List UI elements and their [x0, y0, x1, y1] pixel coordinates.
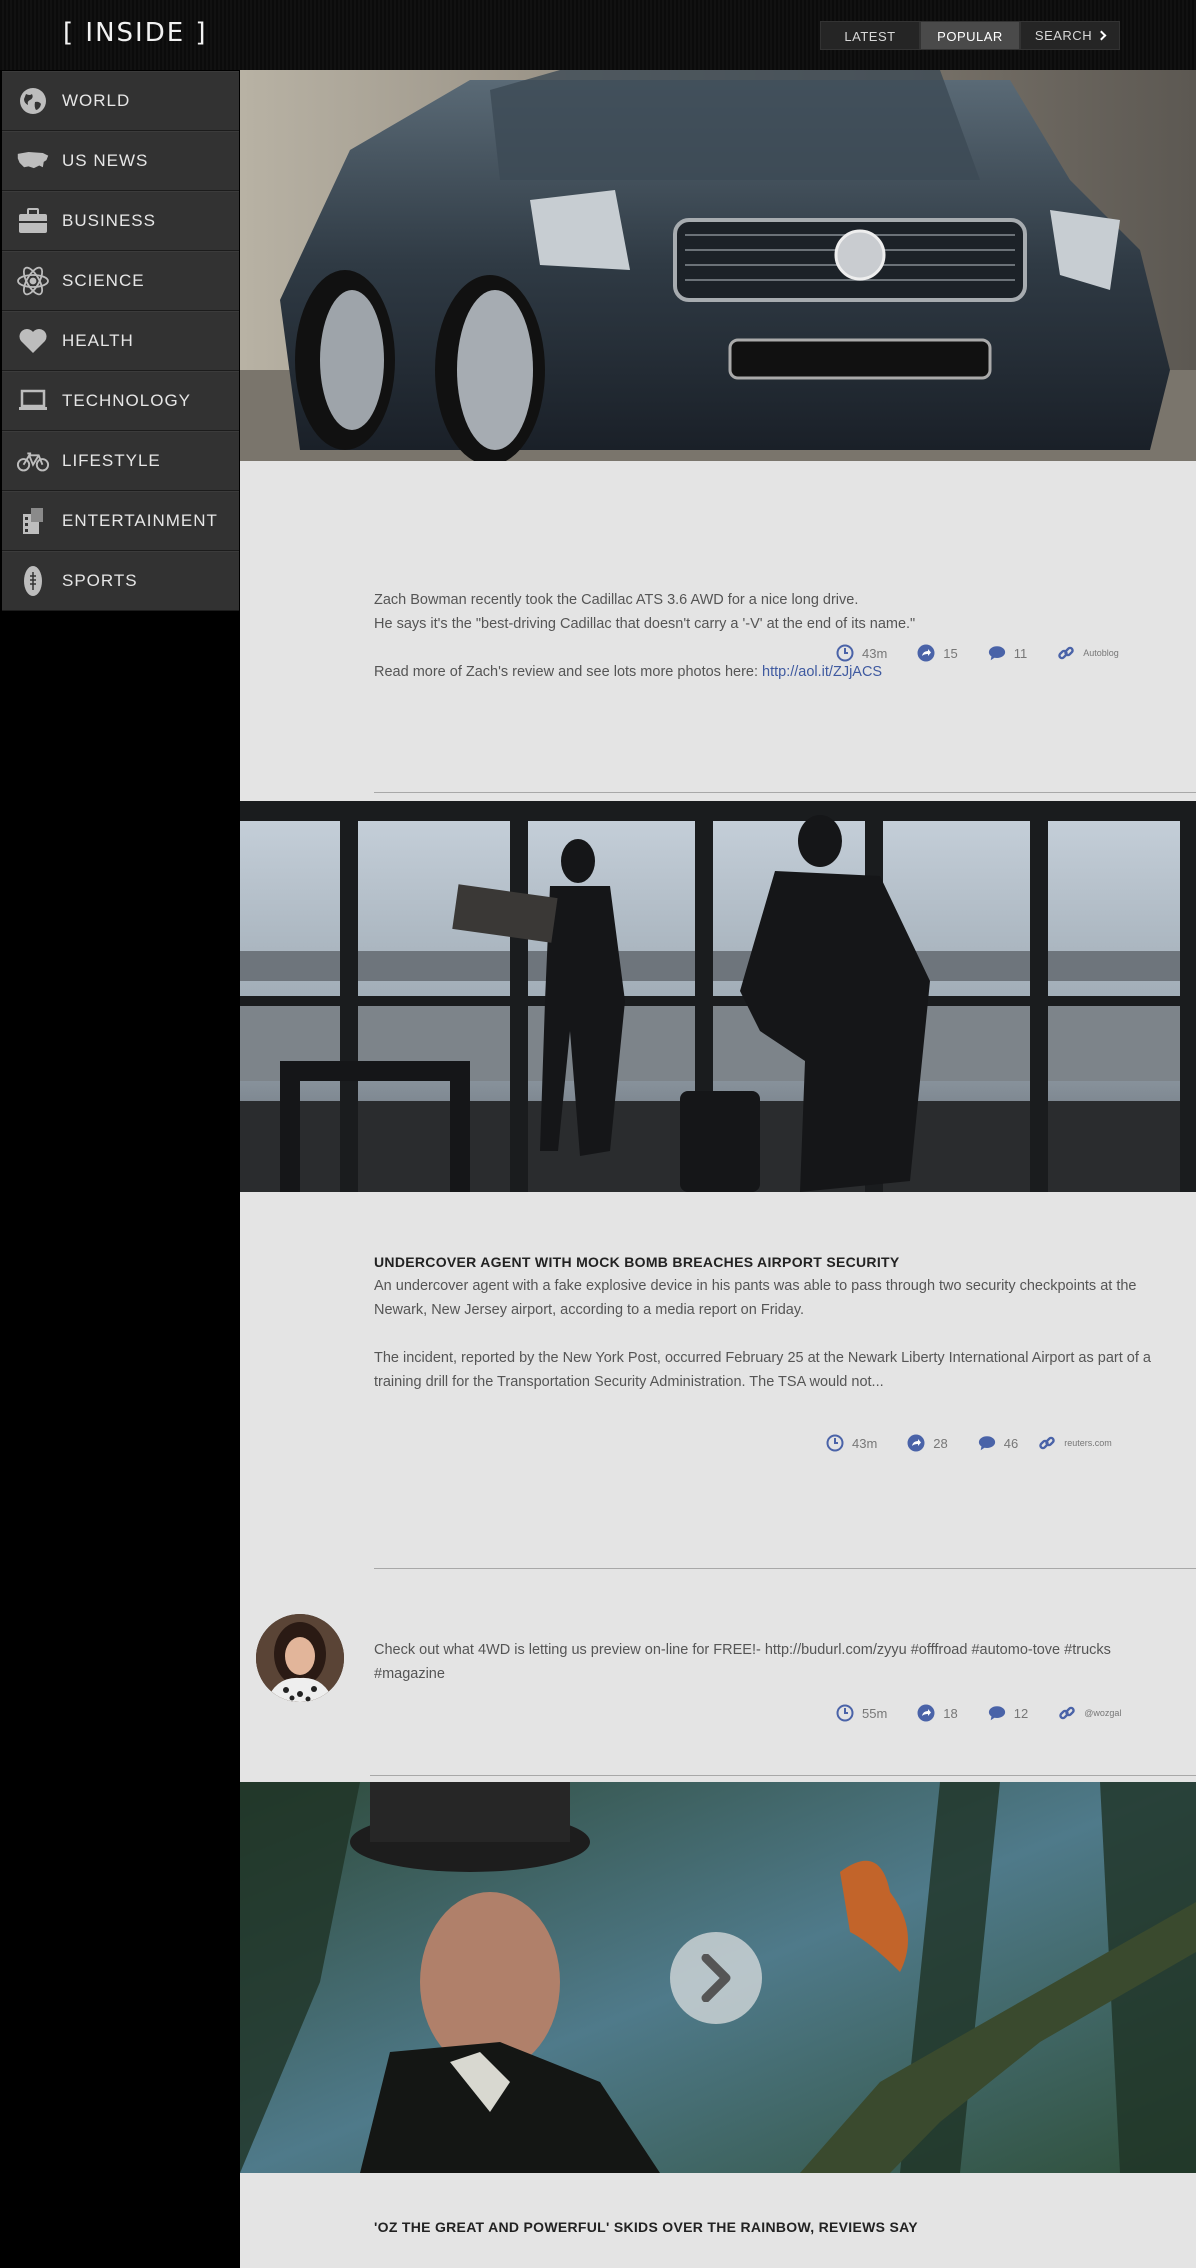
sidebar-item-science[interactable]: SCIENCE — [2, 251, 239, 311]
divider — [370, 1775, 1196, 1776]
article-text: He says it's the "best-driving Cadillac … — [374, 616, 916, 632]
chevron-right-icon — [701, 1954, 731, 2002]
sidebar-item-label: LIFESTYLE — [62, 451, 161, 470]
sidebar-item-business[interactable]: BUSINESS — [2, 191, 239, 251]
article-text: An undercover agent with a fake explosiv… — [374, 1278, 1137, 1318]
source-label[interactable]: Autoblog — [1083, 648, 1119, 658]
comment-icon[interactable] — [988, 1704, 1006, 1722]
globe-icon — [16, 84, 50, 118]
top-bar: [ INSIDE ] LATEST POPULAR SEARCH — [0, 0, 1196, 70]
sidebar-item-entertainment[interactable]: ENTERTAINMENT — [2, 491, 239, 551]
article-card: UNDERCOVER AGENT WITH MOCK BOMB BREACHES… — [240, 1192, 1196, 1776]
divider — [374, 792, 1196, 793]
article-text: Zach Bowman recently took the Cadillac A… — [374, 592, 859, 608]
sidebar-item-label: BUSINESS — [62, 211, 156, 230]
sidebar-item-label: WORLD — [62, 91, 131, 110]
search-label: SEARCH — [1034, 28, 1093, 43]
link-icon[interactable] — [1038, 1434, 1056, 1452]
article-link[interactable]: http://aol.it/ZJjACS — [762, 664, 882, 680]
football-icon — [16, 564, 50, 598]
category-sidebar: WORLD US NEWS BUSINESS SCIENCE HEALTH TE… — [2, 71, 239, 611]
us-map-icon — [16, 144, 50, 178]
comment-icon[interactable] — [978, 1434, 996, 1452]
clock-icon — [836, 1704, 854, 1722]
sidebar-item-health[interactable]: HEALTH — [2, 311, 239, 371]
article-text: The incident, reported by the New York P… — [374, 1350, 1151, 1390]
sidebar-item-label: US NEWS — [62, 151, 149, 170]
clock-icon — [826, 1434, 844, 1452]
film-icon — [16, 504, 50, 538]
read-more-text: Read more of Zach's review and see lots … — [374, 664, 883, 680]
time-ago: 43m — [852, 1435, 878, 1451]
source-label[interactable]: @wozgal — [1084, 1708, 1121, 1718]
laptop-icon — [16, 384, 50, 418]
airport-photo[interactable] — [240, 801, 1196, 1192]
heart-icon — [16, 324, 50, 358]
briefcase-icon — [16, 204, 50, 238]
sidebar-item-sports[interactable]: SPORTS — [2, 551, 239, 611]
share-count: 18 — [943, 1705, 958, 1721]
share-count: 28 — [933, 1435, 948, 1451]
top-nav: LATEST POPULAR SEARCH — [820, 21, 1120, 50]
article-body: UNDERCOVER AGENT WITH MOCK BOMB BREACHES… — [374, 1250, 1154, 1394]
comment-count: 12 — [1013, 1705, 1029, 1721]
search-button[interactable]: SEARCH — [1020, 21, 1120, 50]
clock-icon — [836, 644, 854, 662]
comment-icon[interactable] — [988, 644, 1006, 662]
divider — [374, 1568, 1196, 1569]
time-ago: 55m — [862, 1705, 888, 1721]
post-text: Check out what 4WD is letting us preview… — [374, 1642, 1111, 1682]
sidebar-item-label: HEALTH — [62, 331, 134, 350]
sidebar-item-us-news[interactable]: US NEWS — [2, 131, 239, 191]
sidebar-item-label: ENTERTAINMENT — [62, 511, 218, 530]
atom-icon — [16, 264, 50, 298]
sidebar-item-world[interactable]: WORLD — [2, 71, 239, 131]
comment-count: 46 — [1003, 1435, 1019, 1451]
article-meta: 43m 15 11 Autoblog — [836, 644, 1119, 662]
sidebar-item-label: SCIENCE — [62, 271, 145, 290]
article-title[interactable]: 'OZ THE GREAT AND POWERFUL' SKIDS OVER T… — [374, 2215, 1154, 2239]
bicycle-icon — [16, 444, 50, 478]
post-meta: 55m 18 12 @wozgal — [836, 1704, 1121, 1722]
share-icon[interactable] — [917, 1704, 935, 1722]
time-ago: 43m — [862, 645, 888, 661]
next-button[interactable] — [670, 1932, 762, 2024]
share-icon[interactable] — [917, 644, 935, 662]
avatar[interactable] — [256, 1614, 344, 1702]
article-title[interactable]: UNDERCOVER AGENT WITH MOCK BOMB BREACHES… — [374, 1250, 1154, 1274]
popular-tab[interactable]: POPULAR — [920, 21, 1020, 50]
article-card: 'OZ THE GREAT AND POWERFUL' SKIDS OVER T… — [240, 2173, 1196, 2268]
article-body: 'OZ THE GREAT AND POWERFUL' SKIDS OVER T… — [374, 2215, 1154, 2239]
share-icon[interactable] — [907, 1434, 925, 1452]
chevron-right-icon — [1096, 30, 1107, 41]
cadillac-photo[interactable] — [240, 70, 1196, 461]
news-feed: Zach Bowman recently took the Cadillac A… — [240, 70, 1196, 2268]
sidebar-item-label: TECHNOLOGY — [62, 391, 192, 410]
link-icon[interactable] — [1057, 644, 1075, 662]
share-count: 15 — [943, 645, 958, 661]
sidebar-item-technology[interactable]: TECHNOLOGY — [2, 371, 239, 431]
latest-tab[interactable]: LATEST — [820, 21, 920, 50]
page: [ INSIDE ] LATEST POPULAR SEARCH WORLD U… — [0, 0, 1196, 2268]
article-meta: 43m 28 46 reuters.com — [826, 1434, 1112, 1452]
link-icon[interactable] — [1058, 1704, 1076, 1722]
comment-count: 11 — [1013, 645, 1028, 661]
source-label[interactable]: reuters.com — [1064, 1438, 1112, 1448]
article-body: Zach Bowman recently took the Cadillac A… — [374, 588, 1154, 684]
oz-movie-photo[interactable] — [240, 1782, 1196, 2173]
sidebar-item-label: SPORTS — [62, 571, 138, 590]
sidebar-item-lifestyle[interactable]: LIFESTYLE — [2, 431, 239, 491]
site-logo[interactable]: [ INSIDE ] — [63, 18, 208, 48]
